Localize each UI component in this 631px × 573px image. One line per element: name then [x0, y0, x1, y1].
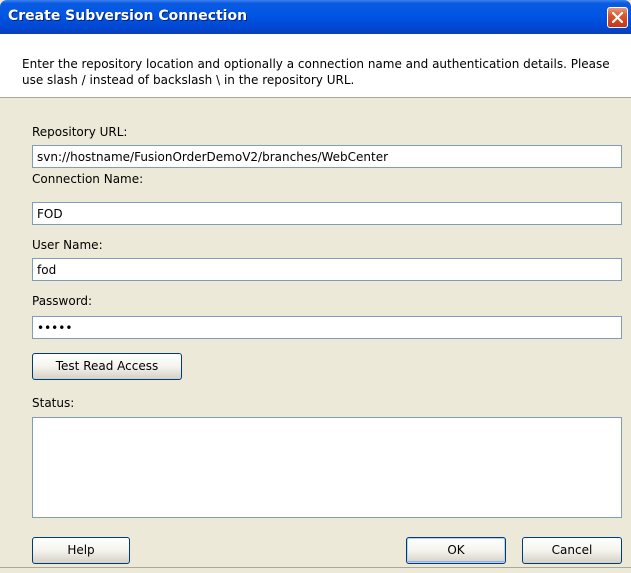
test-read-access-button[interactable]: Test Read Access — [32, 353, 182, 380]
connection-name-label: Connection Name: — [32, 172, 144, 186]
connection-name-input[interactable] — [32, 202, 622, 225]
close-button[interactable] — [607, 7, 628, 28]
repository-url-input[interactable] — [32, 145, 622, 168]
status-label: Status: — [32, 396, 75, 410]
cancel-button[interactable]: Cancel — [522, 537, 622, 564]
password-label: Password: — [32, 294, 93, 308]
password-input[interactable] — [32, 316, 622, 339]
close-icon — [612, 12, 623, 23]
description-text: Enter the repository location and option… — [22, 57, 610, 87]
ok-button[interactable]: OK — [406, 537, 506, 564]
status-textarea[interactable] — [32, 417, 622, 518]
user-name-label: User Name: — [32, 238, 103, 252]
bottom-divider — [0, 567, 631, 568]
dialog-title: Create Subversion Connection — [8, 8, 248, 24]
title-bar[interactable]: Create Subversion Connection — [0, 0, 631, 34]
create-subversion-connection-dialog: Create Subversion Connection Enter the r… — [0, 0, 631, 573]
description-panel: Enter the repository location and option… — [0, 34, 631, 98]
repository-url-label: Repository URL: — [32, 125, 128, 139]
help-button[interactable]: Help — [32, 537, 130, 564]
user-name-input[interactable] — [32, 258, 622, 281]
